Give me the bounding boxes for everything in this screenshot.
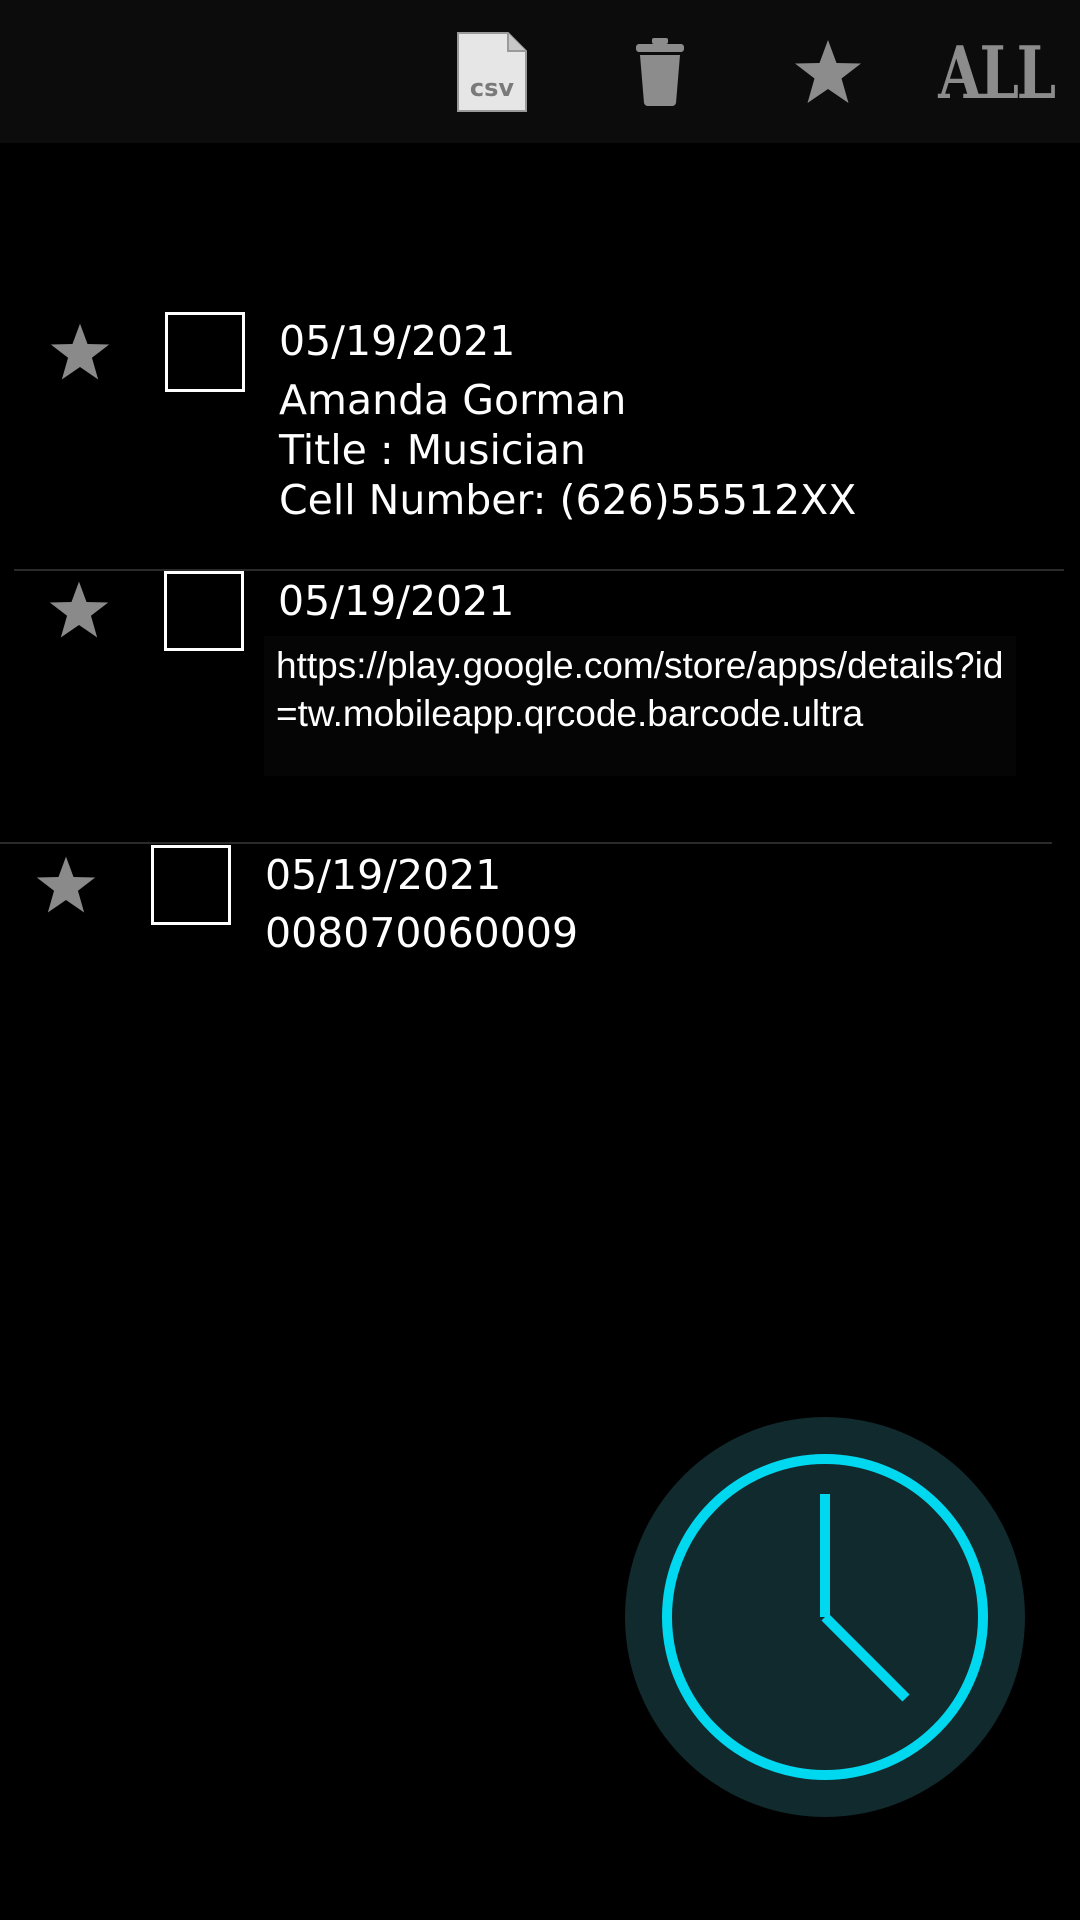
export-csv-button[interactable]: csv	[442, 22, 542, 122]
favorite-toggle-item-3[interactable]	[26, 845, 106, 925]
trash-icon	[636, 38, 684, 106]
contact-name: Amanda Gorman	[279, 376, 627, 424]
scan-date: 05/19/2021	[265, 851, 502, 899]
select-checkbox-item-2[interactable]	[164, 571, 244, 651]
select-checkbox-item-1[interactable]	[165, 312, 245, 392]
clock-icon	[662, 1454, 988, 1780]
star-icon	[50, 323, 110, 380]
favorite-toggle-item-1[interactable]	[40, 312, 120, 392]
favorites-filter-button[interactable]	[778, 22, 878, 122]
scanned-barcode-value: 008070060009	[265, 909, 579, 957]
history-button[interactable]	[625, 1417, 1025, 1817]
star-icon	[36, 856, 96, 913]
star-icon	[795, 40, 861, 103]
favorite-toggle-item-2[interactable]	[39, 570, 119, 650]
contact-cell-number: Cell Number: (626)55512XX	[279, 476, 857, 524]
all-label: ALL	[938, 29, 1056, 115]
select-checkbox-item-3[interactable]	[151, 845, 231, 925]
contact-title: Title : Musician	[279, 426, 586, 474]
delete-button[interactable]	[610, 22, 710, 122]
csv-file-icon: csv	[457, 32, 527, 112]
scan-date: 05/19/2021	[278, 577, 515, 625]
row-divider	[0, 842, 1052, 844]
scan-date: 05/19/2021	[279, 317, 516, 365]
scanned-url-link[interactable]: https://play.google.com/store/apps/detai…	[264, 636, 1016, 776]
star-icon	[49, 581, 109, 638]
toolbar: csv ALL	[0, 0, 1080, 143]
csv-label: csv	[470, 74, 515, 102]
show-all-button[interactable]: ALL	[938, 22, 1056, 122]
